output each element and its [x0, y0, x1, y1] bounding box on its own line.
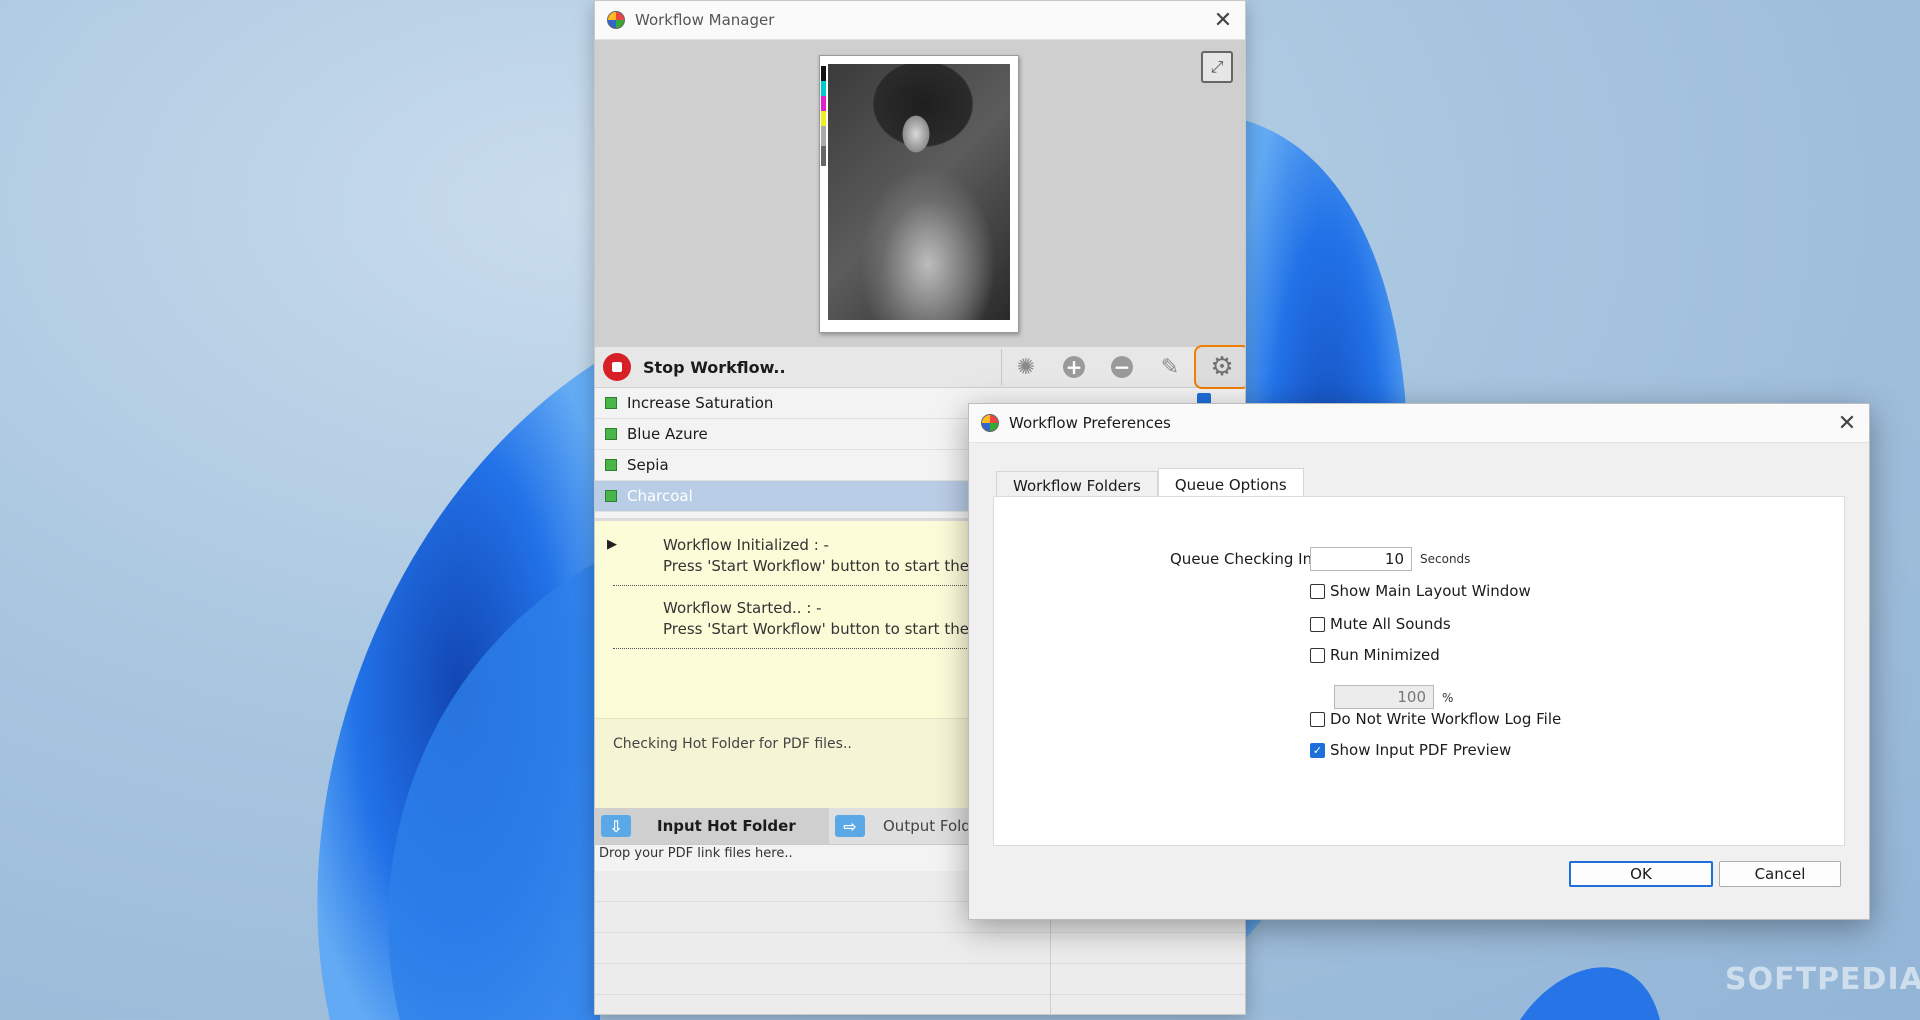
watermark: SOFTPEDIA: [1725, 962, 1920, 997]
checkbox-box: [1310, 583, 1325, 599]
color-bar: [821, 66, 826, 166]
manager-title: Workflow Manager: [635, 11, 775, 29]
pdf-preview-pane: ⤢: [595, 40, 1245, 346]
spinner-icon[interactable]: ✺: [1002, 348, 1050, 386]
remove-icon[interactable]: −: [1098, 348, 1146, 386]
stop-icon[interactable]: [603, 353, 631, 381]
run-minimized-checkbox[interactable]: Run Minimized: [1310, 646, 1440, 664]
play-icon[interactable]: ▶: [607, 537, 617, 552]
interval-unit: Seconds: [1420, 552, 1471, 566]
ok-button[interactable]: OK: [1569, 861, 1713, 887]
no-log-file-checkbox[interactable]: Do Not Write Workflow Log File: [1310, 710, 1561, 728]
dialog-titlebar: Workflow Preferences ✕: [969, 404, 1869, 443]
app-logo-icon: [607, 11, 625, 29]
tab-input-hot-folder[interactable]: ⇩ Input Hot Folder: [595, 808, 829, 844]
checkbox-label: Do Not Write Workflow Log File: [1330, 710, 1562, 728]
gear-icon[interactable]: ⚙: [1194, 345, 1245, 389]
arrow-right-icon: ⇨: [835, 815, 865, 837]
checkbox-box: [1310, 616, 1325, 632]
preview-image: [828, 64, 1010, 320]
list-item-label: Increase Saturation: [627, 394, 774, 412]
status-square-icon: [605, 490, 617, 502]
manager-titlebar: Workflow Manager ✕: [595, 1, 1245, 40]
show-pdf-preview-checkbox[interactable]: ✓ Show Input PDF Preview: [1310, 741, 1511, 759]
list-item-label: Sepia: [627, 456, 669, 474]
percent-unit: %: [1442, 691, 1454, 705]
arrow-down-icon: ⇩: [601, 815, 631, 837]
checkbox-label: Show Main Layout Window: [1330, 582, 1531, 600]
cancel-button[interactable]: Cancel: [1719, 861, 1841, 887]
pencil-icon[interactable]: ✎: [1146, 348, 1194, 386]
status-square-icon: [605, 397, 617, 409]
app-logo-icon: [981, 414, 999, 432]
minimized-percent-input: 100: [1334, 685, 1434, 709]
checkbox-label: Run Minimized: [1330, 646, 1440, 664]
close-icon[interactable]: ✕: [1201, 1, 1245, 39]
add-icon[interactable]: +: [1050, 348, 1098, 386]
show-main-layout-checkbox[interactable]: Show Main Layout Window: [1310, 582, 1531, 600]
dialog-title: Workflow Preferences: [1009, 414, 1171, 432]
status-square-icon: [605, 428, 617, 440]
restore-icon[interactable]: ⤢: [1201, 51, 1233, 83]
stop-workflow-button[interactable]: Stop Workflow..: [643, 358, 1001, 377]
workflow-preferences-dialog: Workflow Preferences ✕ Workflow Folders …: [968, 403, 1870, 920]
interval-input[interactable]: 10: [1310, 547, 1412, 571]
checkbox-box: [1310, 647, 1325, 663]
status-text: Checking Hot Folder for PDF files..: [613, 736, 852, 752]
tab-label: Input Hot Folder: [657, 817, 796, 835]
pdf-page-thumbnail: [819, 55, 1019, 333]
manager-toolbar: Stop Workflow.. ✺ + − ✎ ⚙: [595, 345, 1245, 389]
checkbox-box: [1310, 711, 1325, 727]
checkbox-label: Show Input PDF Preview: [1330, 741, 1512, 759]
drop-hint: Drop your PDF link files here..: [599, 846, 793, 861]
checkbox-label: Mute All Sounds: [1330, 615, 1451, 633]
list-item-label: Charcoal: [627, 487, 693, 505]
close-icon[interactable]: ✕: [1825, 404, 1869, 442]
queue-options-panel: Queue Checking Interval: 10 Seconds Show…: [993, 496, 1845, 846]
checkbox-box-checked: ✓: [1310, 742, 1325, 758]
list-item-label: Blue Azure: [627, 425, 708, 443]
mute-sounds-checkbox[interactable]: Mute All Sounds: [1310, 615, 1451, 633]
status-square-icon: [605, 459, 617, 471]
